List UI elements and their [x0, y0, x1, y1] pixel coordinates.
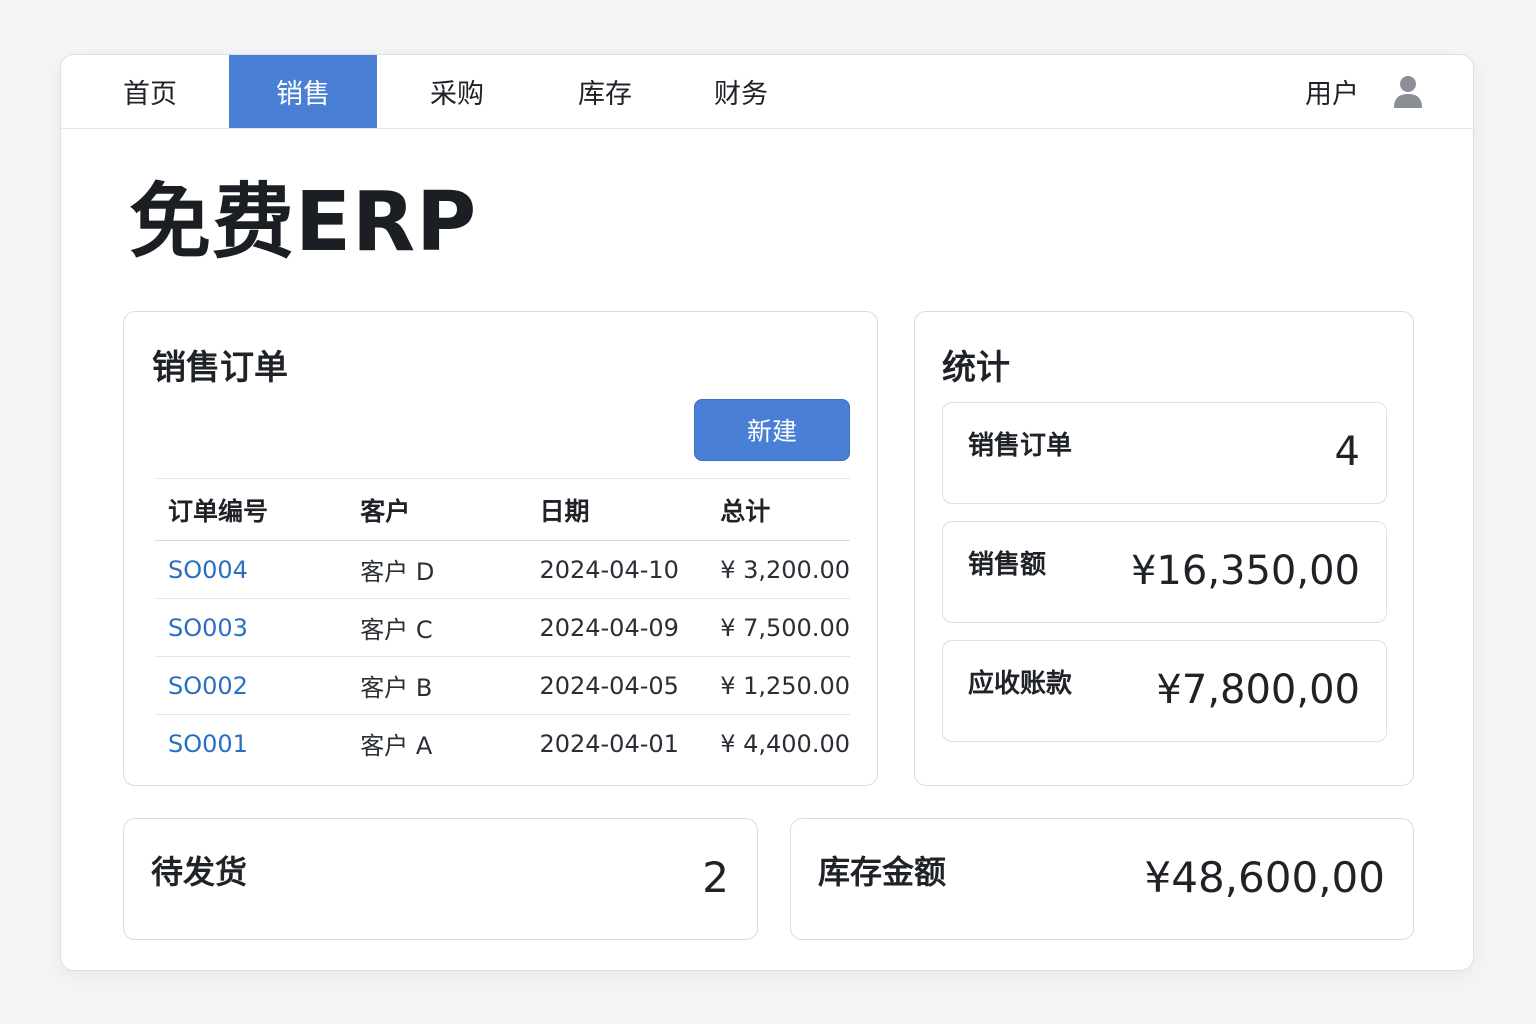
column-header-order-id[interactable]: 订单编号: [155, 478, 348, 541]
pending-shipment-label: 待发货: [151, 853, 248, 891]
page-title: 免费ERP: [129, 175, 478, 270]
user-avatar-icon: [1394, 75, 1422, 108]
new-order-button[interactable]: 新建: [694, 399, 850, 461]
stat-label: 销售额: [968, 550, 1047, 580]
pending-shipment-card[interactable]: 待发货 2: [123, 818, 758, 940]
statistics-card: 统计 销售订单 4 销售额 ¥16,350,00 应收账款 ¥7,800,00: [914, 311, 1414, 786]
order-total: ¥ 7,500.00: [707, 598, 850, 657]
stat-label: 销售订单: [968, 431, 1073, 461]
sales-orders-title: 销售订单: [152, 348, 288, 388]
inventory-value-card[interactable]: 库存金额 ¥48,600,00: [790, 818, 1414, 940]
column-header-total[interactable]: 总计: [707, 478, 850, 541]
order-total: ¥ 3,200.00: [707, 540, 850, 599]
nav-tab-home[interactable]: 首页: [91, 55, 209, 128]
stat-sales-amount[interactable]: 销售额 ¥16,350,00: [942, 521, 1387, 623]
table-row[interactable]: SO001 客户 A 2024-04-01 ¥ 4,400.00: [155, 715, 850, 773]
order-date: 2024-04-01: [539, 729, 679, 758]
sales-orders-card: 销售订单 新建 订单编号 客户 日期 总计 SO004 客户 D 2024-04…: [123, 311, 878, 786]
nav-tab-finance[interactable]: 财务: [681, 55, 801, 128]
order-customer: 客户 D: [347, 540, 527, 599]
table-header-row: 订单编号 客户 日期 总计: [155, 478, 850, 541]
column-header-customer[interactable]: 客户: [347, 478, 527, 541]
order-total: ¥ 4,400.00: [720, 729, 850, 758]
inventory-value-amount: ¥48,600,00: [1144, 853, 1385, 902]
stat-value: 4: [1334, 429, 1360, 475]
orders-table: 订单编号 客户 日期 总计 SO004 客户 D 2024-04-10 ¥ 3,…: [155, 478, 850, 773]
table-row[interactable]: SO002 客户 B 2024-04-05 ¥ 1,250.00: [155, 656, 850, 715]
table-row[interactable]: SO003 客户 C 2024-04-09 ¥ 7,500.00: [155, 598, 850, 657]
nav-tab-sales[interactable]: 销售: [229, 55, 377, 128]
order-date: 2024-04-09: [526, 598, 708, 657]
order-customer: 客户 A: [360, 732, 433, 761]
order-date: 2024-04-05: [526, 656, 708, 715]
stat-value: ¥16,350,00: [1130, 548, 1360, 594]
stat-value: ¥7,800,00: [1156, 667, 1360, 713]
order-total: ¥ 1,250.00: [707, 656, 850, 715]
inventory-value-label: 库存金额: [818, 853, 947, 891]
order-date: 2024-04-10: [526, 540, 708, 599]
order-customer: 客户 B: [347, 656, 527, 715]
stat-receivables[interactable]: 应收账款 ¥7,800,00: [942, 640, 1387, 742]
order-id-link[interactable]: SO002: [155, 656, 348, 715]
column-header-date[interactable]: 日期: [526, 478, 708, 541]
stat-sales-orders[interactable]: 销售订单 4: [942, 402, 1387, 504]
table-row[interactable]: SO004 客户 D 2024-04-10 ¥ 3,200.00: [155, 540, 850, 599]
order-id-link[interactable]: SO003: [155, 598, 348, 657]
nav-tab-inventory[interactable]: 库存: [545, 55, 665, 128]
stat-label: 应收账款: [968, 669, 1073, 699]
order-customer: 客户 C: [347, 598, 527, 657]
top-navbar: 首页 销售 采购 库存 财务 用户: [61, 55, 1473, 129]
user-label: 用户: [1305, 79, 1359, 110]
nav-tab-purchasing[interactable]: 采购: [397, 55, 517, 128]
pending-shipment-value: 2: [702, 853, 729, 902]
order-id-link[interactable]: SO004: [155, 540, 348, 599]
app-window: 首页 销售 采购 库存 财务 用户 免费ERP 销售订单 新建 订单编号 客户 …: [60, 54, 1474, 971]
order-id-link[interactable]: SO001: [155, 715, 347, 773]
statistics-title: 统计: [942, 348, 1010, 388]
user-menu[interactable]: 用户: [1305, 55, 1423, 128]
